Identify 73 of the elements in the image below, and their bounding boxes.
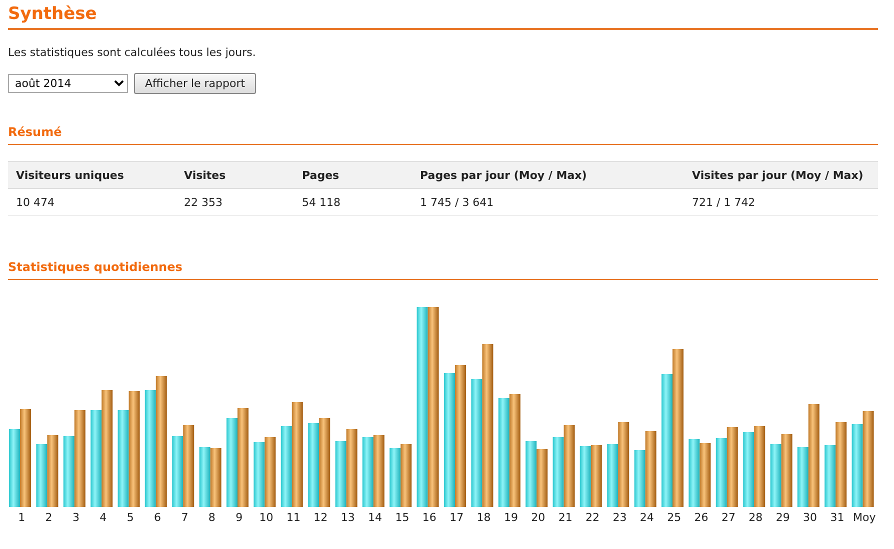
bar (390, 448, 401, 507)
axis-label: 26 (693, 511, 710, 524)
axis-label: 6 (153, 511, 162, 524)
axis-label: 28 (748, 511, 764, 524)
axis-label: 19 (502, 511, 519, 524)
axis-label: 21 (557, 511, 574, 524)
bar (688, 439, 700, 507)
axis-label: 30 (802, 511, 818, 524)
axis-label: 11 (285, 511, 302, 524)
axis-label: 13 (340, 511, 356, 524)
column-header: Pages (294, 162, 412, 188)
page-title: Synthèse (8, 4, 98, 26)
axis-label: 7 (180, 511, 190, 524)
axis-label: 8 (207, 511, 216, 524)
bar (400, 444, 412, 507)
bar (824, 445, 836, 507)
table-cell: 1 745 / 3 641 (412, 188, 684, 216)
bar (716, 438, 727, 507)
bar (552, 437, 564, 507)
section-heading: Statistiques quotidiennes (8, 260, 184, 276)
bar (590, 445, 602, 507)
bar (335, 441, 346, 507)
intro-text: Les statistiques sont calculées tous les jours. (8, 46, 257, 59)
axis-label: 17 (448, 511, 465, 524)
axis-label: 22 (584, 511, 601, 524)
axis-label: 18 (476, 511, 492, 524)
period-select[interactable]: août 2014 (8, 74, 128, 93)
axis-label: 24 (638, 511, 655, 524)
bar (607, 444, 618, 507)
table-cell: 721 / 1 742 (684, 188, 878, 216)
column-header: Visites (176, 162, 294, 188)
axis-label: 1 (17, 511, 26, 524)
axis-label: 3 (71, 511, 80, 524)
axis-label: 16 (421, 511, 438, 524)
bar (373, 435, 384, 507)
bar (580, 446, 591, 507)
column-header: Visiteurs uniques (8, 162, 176, 188)
bar (47, 435, 58, 507)
bar (172, 436, 184, 507)
axis-label: 9 (234, 511, 244, 524)
bar (362, 437, 374, 507)
bar (63, 436, 74, 507)
axis-label: 25 (666, 511, 682, 524)
axis-label: 15 (394, 511, 410, 524)
column-header: Visites par jour (Moy / Max) (684, 162, 878, 188)
bar (199, 447, 210, 507)
axis-label: 27 (720, 511, 736, 524)
axis-label: 5 (126, 511, 135, 524)
axis-label: 31 (829, 511, 846, 524)
bar (770, 444, 782, 507)
table-cell: 54 118 (294, 188, 412, 216)
bar (36, 444, 48, 507)
bar (536, 449, 548, 507)
bar (254, 442, 265, 507)
axis-label: 2 (44, 511, 54, 524)
table-cell: 22 353 (176, 188, 294, 216)
table-cell: 10 474 (8, 188, 176, 216)
axis-label: Moy (852, 511, 877, 524)
axis-label: 4 (98, 511, 108, 524)
bar (700, 443, 711, 507)
bar (210, 448, 222, 507)
column-header: Pages par jour (Moy / Max) (412, 162, 684, 188)
axis-label: 23 (612, 511, 628, 524)
section-heading: Résumé (8, 125, 63, 141)
axis-label: 29 (774, 511, 791, 524)
bar (264, 437, 276, 507)
bar (634, 450, 646, 507)
bar (526, 441, 537, 507)
axis-label: 10 (258, 511, 274, 524)
report-button[interactable]: Afficher le rapport (134, 73, 256, 94)
axis-label: 12 (312, 511, 329, 524)
axis-label: 14 (367, 511, 384, 524)
axis-label: 20 (530, 511, 546, 524)
